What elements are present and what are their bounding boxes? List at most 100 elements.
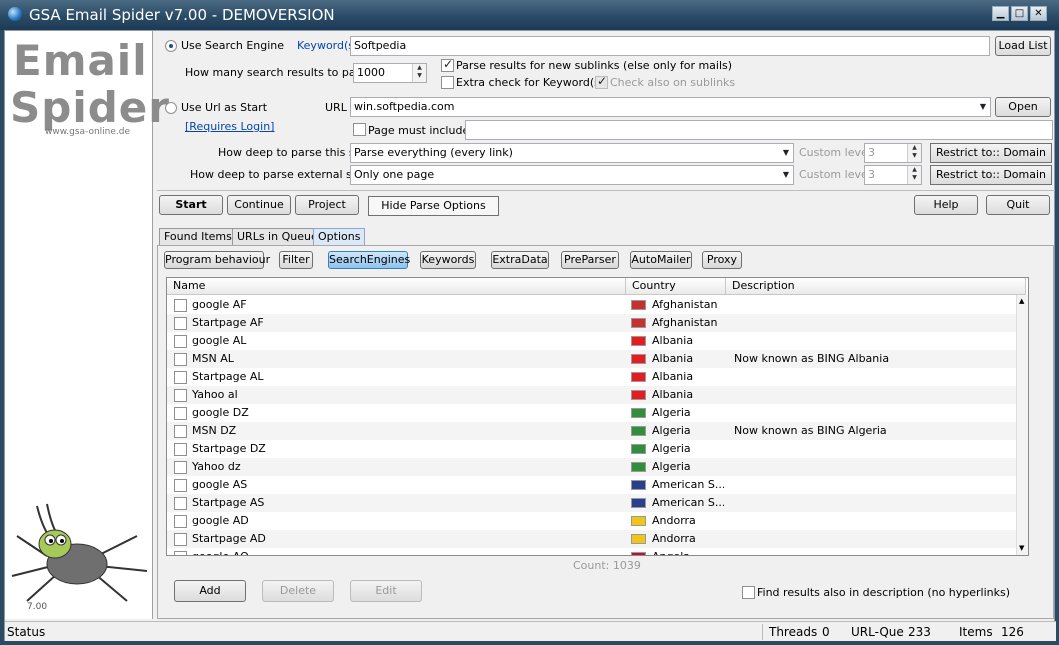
- find-in-description-checkbox[interactable]: [742, 586, 755, 599]
- table-row[interactable]: MSN AL Albania Now known as BING Albania: [167, 350, 1027, 368]
- row-checkbox[interactable]: [174, 461, 187, 474]
- row-checkbox[interactable]: [174, 425, 187, 438]
- restrict-domain-button[interactable]: Restrict to:: Domain: [930, 143, 1052, 163]
- subtab-extradata[interactable]: ExtraData: [491, 251, 549, 269]
- row-checkbox[interactable]: [174, 353, 187, 366]
- row-description: [734, 332, 1014, 350]
- column-header-description[interactable]: Description: [726, 278, 1026, 295]
- row-description: [734, 458, 1014, 476]
- close-icon[interactable]: ✕: [1030, 6, 1047, 21]
- row-checkbox[interactable]: [174, 533, 187, 546]
- page-must-include-checkbox[interactable]: [353, 123, 366, 136]
- url-dropdown-icon[interactable]: ▼: [980, 98, 986, 116]
- maximize-icon[interactable]: □: [1011, 6, 1028, 21]
- parse-sublinks-checkbox[interactable]: [441, 57, 454, 72]
- depth-site-select[interactable]: Parse everything (every link) ▼: [350, 143, 794, 163]
- url-combobox[interactable]: win.softpedia.com ▼: [350, 97, 991, 117]
- table-row[interactable]: Yahoo al Albania: [167, 386, 1027, 404]
- hide-parse-options-button[interactable]: Hide Parse Options: [368, 196, 499, 216]
- subtab-proxy[interactable]: Proxy: [702, 251, 742, 269]
- minimize-icon[interactable]: ▁: [992, 6, 1009, 21]
- table-row[interactable]: google AF Afghanistan: [167, 296, 1027, 314]
- subtab-preparser[interactable]: PreParser: [561, 251, 619, 269]
- subtab-automailer[interactable]: AutoMailer: [630, 251, 692, 269]
- row-country: American S...: [652, 478, 724, 491]
- tab-urls-in-queue[interactable]: URLs in Queue: [232, 228, 323, 245]
- tab-found-items[interactable]: Found Items: [159, 228, 237, 245]
- app-globe-icon: [8, 7, 22, 21]
- results-spinner-icon[interactable]: ▲ ▼: [412, 64, 426, 82]
- keywords-input[interactable]: Softpedia: [350, 36, 990, 56]
- table-row[interactable]: Startpage AD Andorra: [167, 530, 1027, 548]
- column-header-name[interactable]: Name: [167, 278, 626, 295]
- country-flag-icon: [631, 462, 646, 472]
- items-label: Items: [959, 625, 993, 639]
- table-row[interactable]: Startpage AF Afghanistan: [167, 314, 1027, 332]
- row-name: Startpage AL: [192, 370, 264, 383]
- load-list-button[interactable]: Load List: [995, 36, 1051, 56]
- column-header-country[interactable]: Country: [626, 278, 726, 295]
- extra-check-checkbox[interactable]: [441, 76, 454, 89]
- list-scrollbar[interactable]: ▲ ▼: [1016, 295, 1028, 555]
- custom-level-external-label: Custom level: [799, 168, 871, 181]
- start-button[interactable]: Start: [159, 195, 223, 215]
- delete-button[interactable]: Delete: [262, 580, 334, 602]
- row-checkbox[interactable]: [174, 335, 187, 348]
- table-row[interactable]: MSN DZ Algeria Now known as BING Algeria: [167, 422, 1027, 440]
- row-checkbox[interactable]: [174, 551, 187, 555]
- page-must-include-input[interactable]: [465, 120, 1053, 140]
- row-checkbox[interactable]: [174, 443, 187, 456]
- subtab-program-behaviour[interactable]: Program behaviour: [164, 251, 270, 269]
- depth-external-dropdown-icon[interactable]: ▼: [783, 166, 789, 184]
- row-checkbox[interactable]: [174, 497, 187, 510]
- row-checkbox[interactable]: [174, 389, 187, 402]
- row-country: Albania: [652, 334, 694, 347]
- continue-button[interactable]: Continue: [227, 195, 291, 215]
- table-row[interactable]: google DZ Algeria: [167, 404, 1027, 422]
- depth-site-dropdown-icon[interactable]: ▼: [783, 144, 789, 162]
- row-name: Yahoo dz: [192, 460, 241, 473]
- restrict-domain-external-button[interactable]: Restrict to:: Domain: [930, 165, 1052, 185]
- use-url-radio[interactable]: [165, 102, 177, 114]
- requires-login-link[interactable]: [Requires Login]: [185, 120, 274, 133]
- table-row[interactable]: google AD Andorra: [167, 512, 1027, 530]
- table-row[interactable]: google AO Angola: [167, 548, 1027, 555]
- scroll-up-icon[interactable]: ▲: [1019, 297, 1024, 305]
- row-checkbox[interactable]: [174, 515, 187, 528]
- table-row[interactable]: Startpage AL Albania: [167, 368, 1027, 386]
- check-sublinks-checkbox[interactable]: [595, 74, 608, 89]
- row-checkbox[interactable]: [174, 407, 187, 420]
- row-description: [734, 548, 1014, 555]
- quit-button[interactable]: Quit: [986, 195, 1050, 215]
- table-row[interactable]: Yahoo dz Algeria: [167, 458, 1027, 476]
- table-row[interactable]: Startpage DZ Algeria: [167, 440, 1027, 458]
- scroll-down-icon[interactable]: ▼: [1019, 544, 1024, 552]
- edit-button[interactable]: Edit: [350, 580, 422, 602]
- use-search-engine-radio[interactable]: [165, 40, 177, 52]
- results-count-input[interactable]: 1000 ▲ ▼: [353, 63, 427, 83]
- custom-level-input[interactable]: 3 ▲ ▼: [864, 143, 922, 163]
- table-row[interactable]: google AL Albania: [167, 332, 1027, 350]
- custom-level-external-input[interactable]: 3 ▲ ▼: [864, 165, 922, 185]
- subtab-keywords[interactable]: Keywords: [420, 251, 476, 269]
- project-button[interactable]: Project: [295, 195, 359, 215]
- custom-level-external-spinner-icon[interactable]: ▲ ▼: [907, 166, 921, 184]
- table-row[interactable]: google AS American S...: [167, 476, 1027, 494]
- custom-level-spinner-icon[interactable]: ▲ ▼: [907, 144, 921, 162]
- threads-label: Threads: [769, 625, 818, 639]
- logo-panel: Email Spider www.gsa-online.de 7.00: [5, 31, 169, 619]
- row-checkbox[interactable]: [174, 299, 187, 312]
- row-checkbox[interactable]: [174, 371, 187, 384]
- depth-external-select[interactable]: Only one page ▼: [350, 165, 794, 185]
- row-checkbox[interactable]: [174, 317, 187, 330]
- table-row[interactable]: Startpage AS American S...: [167, 494, 1027, 512]
- tab-options[interactable]: Options: [313, 228, 366, 245]
- add-button[interactable]: Add: [174, 580, 246, 602]
- row-checkbox[interactable]: [174, 479, 187, 492]
- open-button[interactable]: Open: [995, 97, 1051, 117]
- subtab-searchengines[interactable]: SearchEngines: [328, 251, 410, 269]
- options-subtabs: Program behaviour Filter SearchEngines K…: [164, 251, 784, 271]
- subtab-filter[interactable]: Filter: [279, 251, 313, 269]
- help-button[interactable]: Help: [914, 195, 978, 215]
- version-label: 7.00: [27, 602, 48, 612]
